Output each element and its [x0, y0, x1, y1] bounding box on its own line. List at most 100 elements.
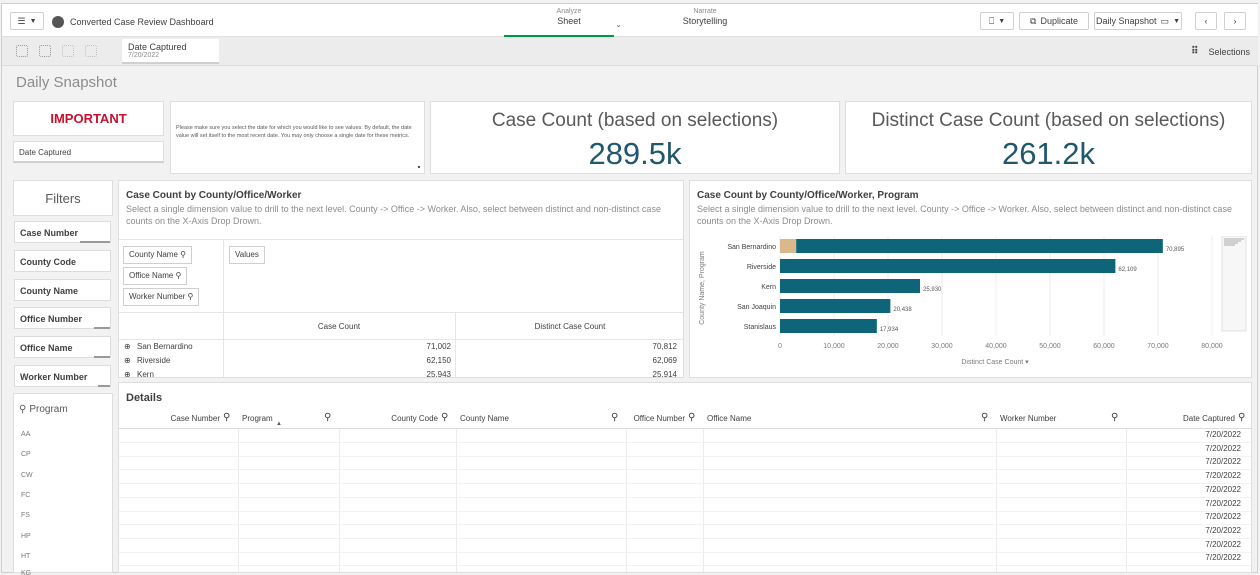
clear-selections-icon[interactable] [85, 45, 97, 57]
filter-indicator [94, 356, 110, 358]
filter-indicator [98, 385, 110, 387]
filter-county-name[interactable]: County Name [14, 279, 111, 301]
filter-worker-number[interactable]: Worker Number [14, 365, 111, 387]
dimension-county-name[interactable]: County Name ⚲ [123, 246, 193, 264]
tab-analyze-caption: Analyze [556, 8, 582, 15]
details-column-header[interactable]: County Code [343, 414, 438, 423]
program-item[interactable]: FS [21, 512, 30, 519]
previous-sheet-button[interactable]: ‹ [1195, 12, 1217, 30]
sort-ascending-icon[interactable]: ▲ [276, 421, 282, 427]
smart-search-icon[interactable] [16, 45, 28, 57]
table-row[interactable] [119, 537, 1251, 539]
program-item[interactable]: HT [21, 553, 30, 560]
x-tick-label: 50,000 [1039, 343, 1061, 350]
tab-narrate-label: Storytelling [682, 16, 728, 26]
dimension-office-name[interactable]: Office Name ⚲ [123, 267, 188, 285]
details-column-header[interactable]: Office Name [707, 414, 978, 423]
data-label: 20,438 [893, 307, 912, 313]
program-item[interactable]: AA [21, 431, 30, 438]
details-column-header[interactable]: Worker Number [1000, 414, 1108, 423]
step-forward-icon[interactable] [62, 45, 74, 57]
sheet-selector-button[interactable]: Daily Snapshot ▭ ▼ [1094, 12, 1182, 30]
x-axis-label[interactable]: Distinct Case Count ▾ [961, 359, 1029, 366]
app-frame: ☰ ▼ Converted Case Review Dashboard Analy… [1, 3, 1258, 575]
table-row[interactable]: ⊕ San Bernardino 71,002 70,812 [119, 342, 683, 354]
data-label: 70,895 [1166, 247, 1185, 253]
details-title: Details [126, 392, 163, 404]
selection-chip-date-captured[interactable]: Date Captured 7/20/2022 [122, 39, 219, 64]
table-row[interactable] [119, 524, 1251, 526]
kpi-distinct-case-count-title: Distinct Case Count (based on selections… [871, 110, 1226, 131]
table-row[interactable]: ⊕ Riverside 62,150 62,069 [119, 356, 683, 368]
table-row[interactable] [119, 455, 1251, 457]
cell-date-captured: 7/20/2022 [1205, 498, 1241, 508]
x-tick-label: 0 [778, 343, 782, 350]
bar[interactable] [780, 259, 1116, 273]
bookmark-button[interactable]: ⎕ ▼ [980, 12, 1014, 30]
filter-office-name[interactable]: Office Name [14, 336, 111, 358]
filter-case-number[interactable]: Case Number [14, 221, 111, 243]
search-icon[interactable]: ⚲ [324, 412, 331, 423]
chart-scrollbar[interactable] [1221, 236, 1247, 332]
kpi-case-count[interactable]: Case Count (based on selections) 289.5k [430, 101, 840, 174]
details-column-header[interactable]: Date Captured [1130, 414, 1235, 423]
x-tick-label: 70,000 [1147, 343, 1169, 350]
column-header-case-count[interactable]: Case Count [223, 322, 455, 331]
filter-county-code[interactable]: County Code [14, 250, 111, 272]
bar[interactable] [780, 319, 877, 333]
search-icon[interactable]: ⚲ [1111, 412, 1118, 423]
table-row[interactable]: ⊕ Kern 25,943 25,914 [119, 370, 683, 377]
table-row[interactable] [119, 510, 1251, 512]
table-row[interactable] [119, 483, 1251, 485]
tab-narrate[interactable]: Narrate Storytelling [670, 8, 740, 26]
search-icon[interactable]: ⚲ [611, 412, 618, 423]
expand-icon[interactable]: ⊕ [124, 342, 131, 351]
chevron-down-icon[interactable]: ⌄ [615, 20, 622, 29]
dimension-worker-number[interactable]: Worker Number ⚲ [123, 288, 200, 306]
selections-button[interactable]: ⠿ Selections [1191, 46, 1250, 57]
program-item[interactable]: FC [21, 492, 30, 499]
pivot-subtitle: Select a single dimension value to drill… [126, 204, 661, 226]
kpi-distinct-case-count[interactable]: Distinct Case Count (based on selections… [845, 101, 1252, 174]
step-back-icon[interactable] [39, 45, 51, 57]
program-item[interactable]: HP [21, 533, 31, 540]
hamburger-icon: ☰ [17, 15, 26, 26]
table-row[interactable] [119, 496, 1251, 498]
bar[interactable] [780, 239, 797, 253]
bar-chart[interactable]: 0 10,000 20,000 30,000 40,000 50,000 60,000 70,… [690, 236, 1253, 378]
details-column-header[interactable]: Case Number [123, 414, 220, 423]
table-row[interactable] [119, 551, 1251, 553]
program-item[interactable]: KG [21, 570, 31, 575]
details-column-header[interactable]: Office Number [630, 414, 685, 423]
sheet-title: Daily Snapshot [16, 74, 117, 91]
details-column-header[interactable]: County Name [460, 414, 608, 423]
search-icon[interactable]: ⚲ [223, 412, 230, 423]
date-captured-filter[interactable]: Date Captured [13, 141, 164, 163]
bar[interactable] [780, 279, 921, 293]
menu-button[interactable]: ☰ ▼ [10, 12, 44, 30]
program-item[interactable]: CP [21, 451, 31, 458]
table-row[interactable] [119, 469, 1251, 471]
expand-icon[interactable]: ⊕ [124, 370, 131, 377]
table-row[interactable] [119, 565, 1251, 567]
search-icon[interactable]: ⚲ [981, 412, 988, 423]
expand-icon[interactable]: ⊕ [124, 356, 131, 365]
next-sheet-button[interactable]: › [1224, 12, 1246, 30]
search-icon[interactable]: ⚲ [688, 412, 695, 423]
search-icon[interactable]: ⚲ [1238, 412, 1245, 423]
search-icon[interactable]: ⚲ [441, 412, 448, 423]
column-header-distinct-case-count[interactable]: Distinct Case Count [455, 322, 683, 331]
cell-distinct-case-count: 62,069 [652, 356, 677, 365]
app-title[interactable]: Converted Case Review Dashboard [52, 16, 214, 28]
program-search[interactable]: ⚲ Program [19, 404, 68, 415]
tab-analyze[interactable]: Analyze Sheet ⌄ [504, 8, 634, 37]
search-icon: ⚲ [187, 292, 194, 301]
important-panel: IMPORTANT Date Captured [13, 101, 164, 174]
table-row[interactable] [119, 442, 1251, 443]
filter-office-number[interactable]: Office Number [14, 307, 111, 329]
values-button[interactable]: Values [229, 246, 265, 264]
bar[interactable] [780, 299, 891, 313]
program-item[interactable]: CW [21, 472, 33, 479]
bar[interactable] [796, 239, 1163, 253]
duplicate-button[interactable]: ⧉ Duplicate [1019, 12, 1089, 30]
